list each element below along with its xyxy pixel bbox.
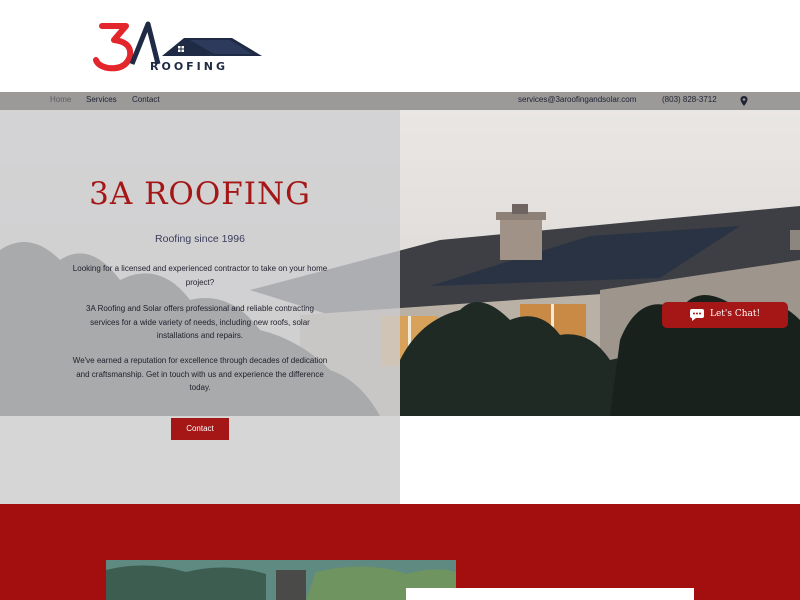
nav-item-services[interactable]: Services bbox=[86, 95, 117, 104]
nav-bar: Home Services Contact services@3aroofing… bbox=[0, 92, 800, 110]
chat-bubble-icon bbox=[690, 309, 704, 321]
page: ROOFING Home Services Contact services@3… bbox=[0, 0, 800, 600]
hero-paragraph-reputation: We've earned a reputation for excellence… bbox=[72, 356, 328, 392]
services-card bbox=[406, 588, 694, 600]
hero-paragraph-services: 3A Roofing and Solar offers professional… bbox=[86, 304, 314, 340]
contact-button[interactable]: Contact bbox=[171, 418, 229, 440]
hero-title: 3A ROOFING bbox=[89, 176, 311, 212]
nav-phone-link[interactable]: (803) 828-3712 bbox=[662, 95, 717, 104]
nav-item-contact[interactable]: Contact bbox=[132, 95, 160, 104]
chat-button[interactable]: Let's Chat! bbox=[662, 302, 788, 328]
site-header: ROOFING bbox=[0, 0, 800, 92]
hero-paragraph-intro: Looking for a licensed and experienced c… bbox=[72, 264, 328, 287]
hero-right-blank bbox=[400, 416, 800, 504]
logo-three-glyph bbox=[93, 23, 134, 72]
nav-item-home[interactable]: Home bbox=[50, 95, 71, 104]
nav-email-link[interactable]: services@3aroofingandsolar.com bbox=[518, 95, 636, 104]
services-photo-graphic bbox=[106, 560, 456, 600]
logo-a-glyph bbox=[129, 21, 161, 65]
hero-subtitle: Roofing since 1996 bbox=[155, 233, 245, 245]
chat-label: Let's Chat! bbox=[710, 309, 761, 319]
map-pin-icon[interactable] bbox=[740, 96, 748, 106]
services-photo bbox=[106, 560, 456, 600]
logo-wordmark: ROOFING bbox=[150, 60, 229, 73]
